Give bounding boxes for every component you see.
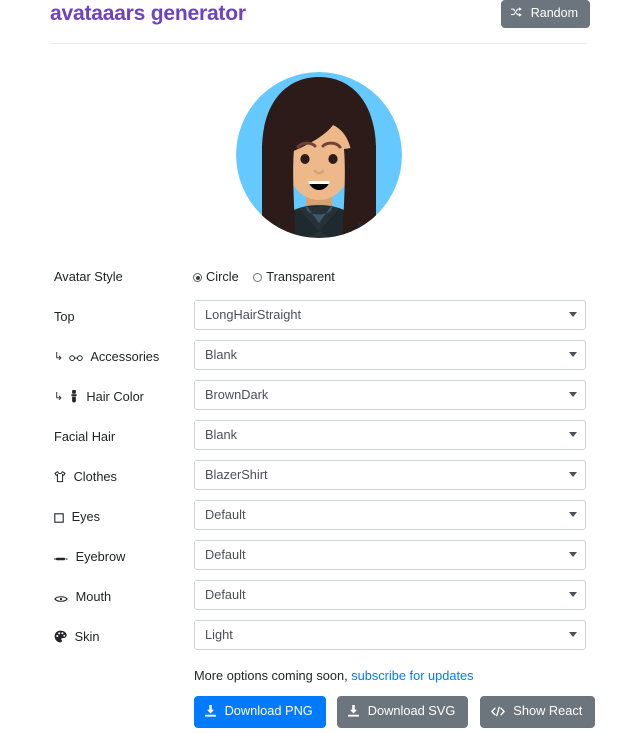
control-eyes: Default	[194, 500, 586, 530]
paint-brush-icon	[69, 390, 79, 407]
select-eyebrow[interactable]: Default	[194, 540, 586, 570]
header-divider	[50, 43, 587, 44]
random-button-label: Random	[530, 6, 578, 20]
form-row-eyes: Eyes Default	[0, 498, 637, 538]
label-eyebrow: Eyebrow	[54, 549, 125, 567]
radio-circle-label: Circle	[206, 269, 239, 284]
control-top: LongHairStraight	[194, 300, 586, 330]
code-icon	[490, 705, 505, 720]
options-form: Avatar Style Circle Transparent Top Long…	[0, 258, 637, 658]
label-skin: Skin	[54, 629, 99, 647]
select-clothes[interactable]: BlazerShirt	[194, 460, 586, 490]
label-top: Top	[54, 309, 75, 324]
label-facial-hair: Facial Hair	[54, 429, 116, 444]
control-facial-hair: Blank	[194, 420, 586, 450]
label-eyes: Eyes	[54, 509, 100, 527]
subitem-arrow-icon: ↳	[54, 351, 64, 363]
page-title: avataaars generator	[50, 2, 246, 25]
palette-icon	[54, 630, 67, 647]
eye-square-icon	[54, 511, 64, 527]
header: avataaars generator Random	[50, 0, 590, 46]
control-mouth: Default	[194, 580, 586, 610]
control-hair-color: BrownDark	[194, 380, 586, 410]
label-mouth: Mouth	[54, 589, 111, 607]
form-row-eyebrow: Eyebrow Default	[0, 538, 637, 578]
label-hair-color: ↳ Hair Color	[54, 389, 144, 407]
select-eyes[interactable]: Default	[194, 500, 586, 530]
control-eyebrow: Default	[194, 540, 586, 570]
subitem-arrow-icon: ↳	[54, 391, 64, 403]
select-mouth[interactable]: Default	[194, 580, 586, 610]
download-icon	[348, 705, 360, 720]
select-facial-hair[interactable]: Blank	[194, 420, 586, 450]
tshirt-icon	[54, 470, 66, 487]
glasses-icon	[69, 351, 83, 367]
form-row-top: Top LongHairStraight	[0, 298, 637, 338]
select-top[interactable]: LongHairStraight	[194, 300, 586, 330]
select-accessories[interactable]: Blank	[194, 340, 586, 370]
download-icon	[205, 705, 216, 720]
form-row-hair-color: ↳ Hair Color BrownDark	[0, 378, 637, 418]
avatar-image	[235, 72, 402, 238]
form-row-skin: Skin Light	[0, 618, 637, 658]
download-png-button[interactable]: Download PNG	[194, 696, 326, 728]
radio-transparent-label: Transparent	[266, 269, 335, 284]
control-accessories: Blank	[194, 340, 586, 370]
form-row-clothes: Clothes BlazerShirt	[0, 458, 637, 498]
show-react-label: Show React	[513, 703, 583, 718]
radio-circle-dot	[193, 273, 202, 282]
label-avatar-style: Avatar Style	[54, 269, 123, 284]
select-skin[interactable]: Light	[194, 620, 586, 650]
subscribe-link[interactable]: subscribe for updates	[351, 668, 473, 683]
form-row-facial-hair: Facial Hair Blank	[0, 418, 637, 458]
label-accessories: ↳ Accessories	[54, 349, 159, 367]
shuffle-icon	[511, 6, 523, 21]
random-button[interactable]: Random	[501, 0, 590, 28]
radio-transparent-dot	[253, 273, 263, 282]
form-row-mouth: Mouth Default	[0, 578, 637, 618]
show-react-button[interactable]: Show React	[479, 696, 596, 728]
download-svg-button[interactable]: Download SVG	[337, 696, 469, 728]
form-row-accessories: ↳ Accessories Blank	[0, 338, 637, 378]
eyebrow-icon	[54, 551, 68, 567]
control-clothes: BlazerShirt	[194, 460, 586, 490]
mouth-icon	[54, 591, 68, 607]
control-skin: Light	[194, 620, 586, 650]
label-clothes: Clothes	[54, 469, 117, 487]
app-root: avataaars generator Random Avatar Style …	[0, 0, 637, 733]
select-hair-color[interactable]: BrownDark	[194, 380, 586, 410]
form-row-avatar-style: Avatar Style Circle Transparent	[0, 258, 637, 298]
more-options-label: More options coming soon,	[194, 668, 348, 683]
radio-circle[interactable]: Circle	[193, 269, 239, 285]
action-buttons: Download PNG Download SVG Show React	[194, 696, 614, 728]
avatar-style-radio-group[interactable]: Circle Transparent	[193, 269, 346, 285]
download-svg-label: Download SVG	[367, 703, 456, 718]
more-options-text: More options coming soon, subscribe for …	[194, 668, 614, 684]
footer: More options coming soon, subscribe for …	[194, 668, 614, 728]
avatar-preview-container	[0, 55, 637, 250]
radio-transparent[interactable]: Transparent	[253, 269, 335, 285]
download-png-label: Download PNG	[224, 703, 313, 718]
